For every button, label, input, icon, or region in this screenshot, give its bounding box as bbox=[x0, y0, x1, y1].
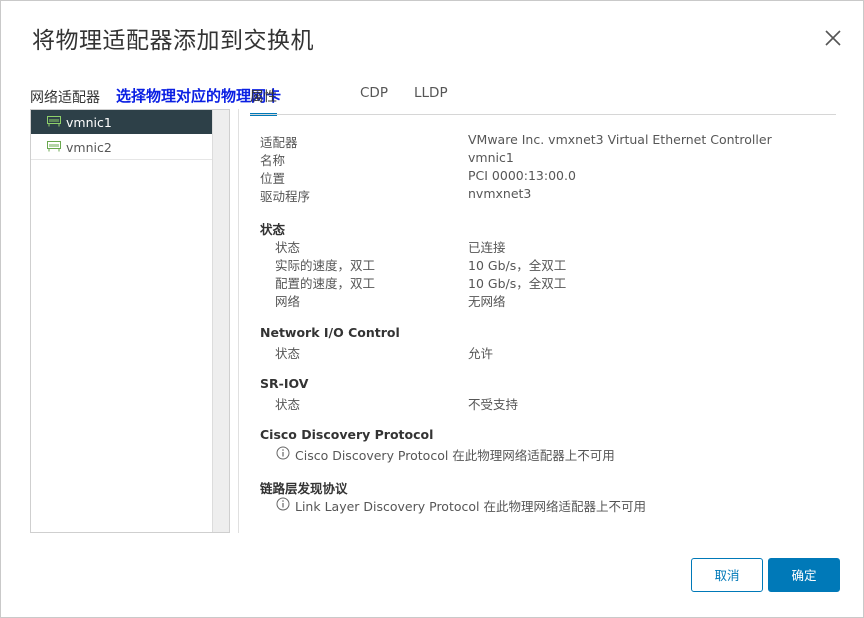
adapter-list: vmnic1 vmnic2 bbox=[30, 109, 230, 533]
section-heading-nioc: Network I/O Control bbox=[260, 325, 400, 340]
tab-divider bbox=[250, 114, 836, 115]
section-heading-cdp: Cisco Discovery Protocol bbox=[260, 427, 434, 442]
ok-button[interactable]: 确定 bbox=[768, 558, 840, 592]
cdp-unavailable-note: Cisco Discovery Protocol 在此物理网络适配器上不可用 bbox=[295, 448, 615, 463]
lldp-unavailable-note: Link Layer Discovery Protocol 在此物理网络适配器上… bbox=[295, 499, 646, 514]
prop-value: 不受支持 bbox=[468, 397, 519, 412]
tab-lldp[interactable]: LLDP bbox=[414, 85, 448, 113]
section-heading-lldp: 链路层发现协议 bbox=[260, 481, 348, 496]
prop-key: 状态 bbox=[275, 397, 301, 412]
prop-value: VMware Inc. vmxnet3 Virtual Ethernet Con… bbox=[468, 132, 772, 147]
prop-key: 位置 bbox=[260, 171, 286, 186]
adapters-label: 网络适配器 bbox=[30, 90, 100, 106]
add-physical-adapter-dialog: 将物理适配器添加到交换机 网络适配器 选择物理对应的物理网卡 属性 CDP LL… bbox=[0, 0, 864, 618]
adapter-row-vmnic1[interactable]: vmnic1 bbox=[31, 110, 212, 134]
section-heading-sriov: SR-IOV bbox=[260, 376, 309, 391]
adapter-row-vmnic2[interactable]: vmnic2 bbox=[31, 135, 212, 160]
list-scrollbar[interactable] bbox=[212, 110, 229, 532]
prop-value: 10 Gb/s，全双工 bbox=[468, 258, 567, 273]
close-icon[interactable] bbox=[823, 28, 843, 48]
prop-key: 适配器 bbox=[260, 135, 298, 150]
prop-key: 状态 bbox=[275, 240, 301, 255]
nic-icon bbox=[47, 141, 61, 155]
adapter-name: vmnic1 bbox=[66, 115, 112, 130]
section-heading-status: 状态 bbox=[260, 222, 286, 237]
prop-value: 10 Gb/s，全双工 bbox=[468, 276, 567, 291]
prop-key: 配置的速度，双工 bbox=[275, 276, 376, 291]
prop-key: 实际的速度，双工 bbox=[275, 258, 376, 273]
info-icon bbox=[276, 446, 290, 460]
prop-key: 状态 bbox=[275, 346, 301, 361]
tab-properties[interactable]: 属性 bbox=[250, 85, 277, 116]
panel-divider bbox=[238, 109, 239, 533]
prop-key: 名称 bbox=[260, 153, 286, 168]
dialog-title: 将物理适配器添加到交换机 bbox=[32, 28, 314, 54]
tab-cdp[interactable]: CDP bbox=[360, 85, 388, 113]
prop-value: nvmxnet3 bbox=[468, 186, 532, 201]
prop-value: 允许 bbox=[468, 346, 494, 361]
cancel-button[interactable]: 取消 bbox=[691, 558, 763, 592]
prop-value: 无网络 bbox=[468, 294, 506, 309]
prop-key: 驱动程序 bbox=[260, 189, 311, 204]
prop-key: 网络 bbox=[275, 294, 301, 309]
prop-value: PCI 0000:13:00.0 bbox=[468, 168, 576, 183]
prop-value: 已连接 bbox=[468, 240, 506, 255]
info-icon bbox=[276, 497, 290, 511]
nic-icon bbox=[47, 116, 61, 130]
adapter-name: vmnic2 bbox=[66, 140, 112, 155]
prop-value: vmnic1 bbox=[468, 150, 514, 165]
